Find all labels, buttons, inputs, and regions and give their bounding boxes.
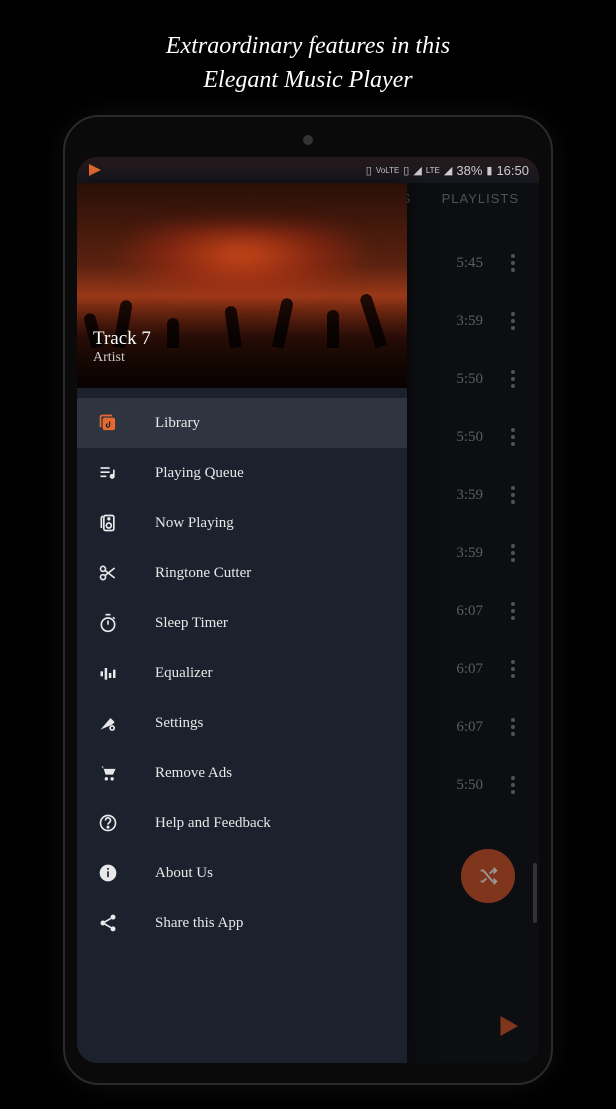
tab-playlists[interactable]: PLAYLISTS	[442, 191, 519, 206]
track-time: 3:59	[456, 313, 483, 330]
drawer-item-label: Sleep Timer	[155, 615, 228, 632]
library-icon	[97, 412, 119, 434]
drawer-item-label: Settings	[155, 715, 203, 732]
shuffle-fab[interactable]	[461, 849, 515, 903]
signal-icon: ◢	[413, 164, 421, 177]
drawer-item-about[interactable]: About Us	[77, 848, 407, 898]
promo-line1: Extraordinary features in this	[40, 30, 576, 64]
sim-icon: ▯	[366, 164, 372, 177]
more-icon[interactable]	[511, 312, 515, 330]
volte-icon: VoLTE	[376, 166, 399, 175]
shuffle-icon	[477, 865, 499, 887]
more-icon[interactable]	[511, 254, 515, 272]
drawer-item-share[interactable]: Share this App	[77, 898, 407, 948]
app-body: ERS PLAYLISTS 5:45 3:59 5:50	[77, 183, 539, 1063]
more-icon[interactable]	[511, 544, 515, 562]
signal2-icon: ◢	[444, 164, 452, 177]
drawer-track-artist: Artist	[93, 350, 391, 366]
promo-headline: Extraordinary features in this Elegant M…	[0, 0, 616, 117]
battery-icon: ▮	[486, 164, 492, 177]
drawer-item-equalizer[interactable]: Equalizer	[77, 648, 407, 698]
more-icon[interactable]	[511, 428, 515, 446]
drawer-item-label: Now Playing	[155, 515, 234, 532]
drawer-item-now-playing[interactable]: Now Playing	[77, 498, 407, 548]
track-time: 6:07	[456, 661, 483, 678]
phone-frame: ▯ VoLTE ▯ ◢ LTE ◢ 38% ▮ 16:50 ERS PLAYLI…	[63, 115, 553, 1085]
track-time: 3:59	[456, 545, 483, 562]
promo-line2: Elegant Music Player	[40, 64, 576, 98]
drawer-item-library[interactable]: Library	[77, 398, 407, 448]
queue-icon	[97, 462, 119, 484]
speaker-icon	[97, 512, 119, 534]
drawer-track-title: Track 7	[93, 328, 391, 350]
more-icon[interactable]	[511, 602, 515, 620]
track-time: 5:50	[456, 371, 483, 388]
track-time: 6:07	[456, 603, 483, 620]
timer-icon	[97, 612, 119, 634]
more-icon[interactable]	[511, 370, 515, 388]
track-time: 6:07	[456, 719, 483, 736]
play-icon	[493, 1011, 523, 1041]
drawer-header[interactable]: Track 7 Artist	[77, 183, 407, 388]
more-icon[interactable]	[511, 486, 515, 504]
scissors-icon	[97, 562, 119, 584]
drawer-list: Library Playing Queue Now Playing	[77, 388, 407, 958]
phone-screen: ▯ VoLTE ▯ ◢ LTE ◢ 38% ▮ 16:50 ERS PLAYLI…	[77, 157, 539, 1063]
help-icon	[97, 812, 119, 834]
lte-icon: LTE	[426, 166, 440, 175]
track-time: 3:59	[456, 487, 483, 504]
drawer-item-label: Remove Ads	[155, 765, 232, 782]
drawer-item-queue[interactable]: Playing Queue	[77, 448, 407, 498]
info-icon	[97, 862, 119, 884]
drawer-item-label: Ringtone Cutter	[155, 565, 251, 582]
drawer-item-label: Help and Feedback	[155, 815, 271, 832]
status-bar: ▯ VoLTE ▯ ◢ LTE ◢ 38% ▮ 16:50	[77, 157, 539, 183]
share-icon	[97, 912, 119, 934]
drawer-item-settings[interactable]: Settings	[77, 698, 407, 748]
drawer-item-help[interactable]: Help and Feedback	[77, 798, 407, 848]
scrollbar[interactable]	[533, 863, 537, 923]
battery-percent: 38%	[456, 163, 482, 178]
track-time: 5:50	[456, 777, 483, 794]
drawer-item-label: About Us	[155, 865, 213, 882]
more-icon[interactable]	[511, 718, 515, 736]
play-button[interactable]	[493, 1011, 523, 1041]
drawer-item-label: Library	[155, 415, 200, 432]
status-time: 16:50	[496, 163, 529, 178]
sim2-icon: ▯	[403, 164, 409, 177]
drawer-item-label: Playing Queue	[155, 465, 244, 482]
equalizer-icon	[97, 662, 119, 684]
nav-drawer: Track 7 Artist Library Playing	[77, 183, 407, 1063]
more-icon[interactable]	[511, 776, 515, 794]
drawer-item-remove-ads[interactable]: Remove Ads	[77, 748, 407, 798]
cart-icon	[97, 762, 119, 784]
track-time: 5:50	[456, 429, 483, 446]
settings-icon	[97, 712, 119, 734]
app-logo-icon	[87, 162, 103, 178]
drawer-item-sleep-timer[interactable]: Sleep Timer	[77, 598, 407, 648]
track-time: 5:45	[456, 255, 483, 272]
drawer-item-label: Equalizer	[155, 665, 212, 682]
more-icon[interactable]	[511, 660, 515, 678]
drawer-item-ringtone-cutter[interactable]: Ringtone Cutter	[77, 548, 407, 598]
drawer-item-label: Share this App	[155, 915, 243, 932]
